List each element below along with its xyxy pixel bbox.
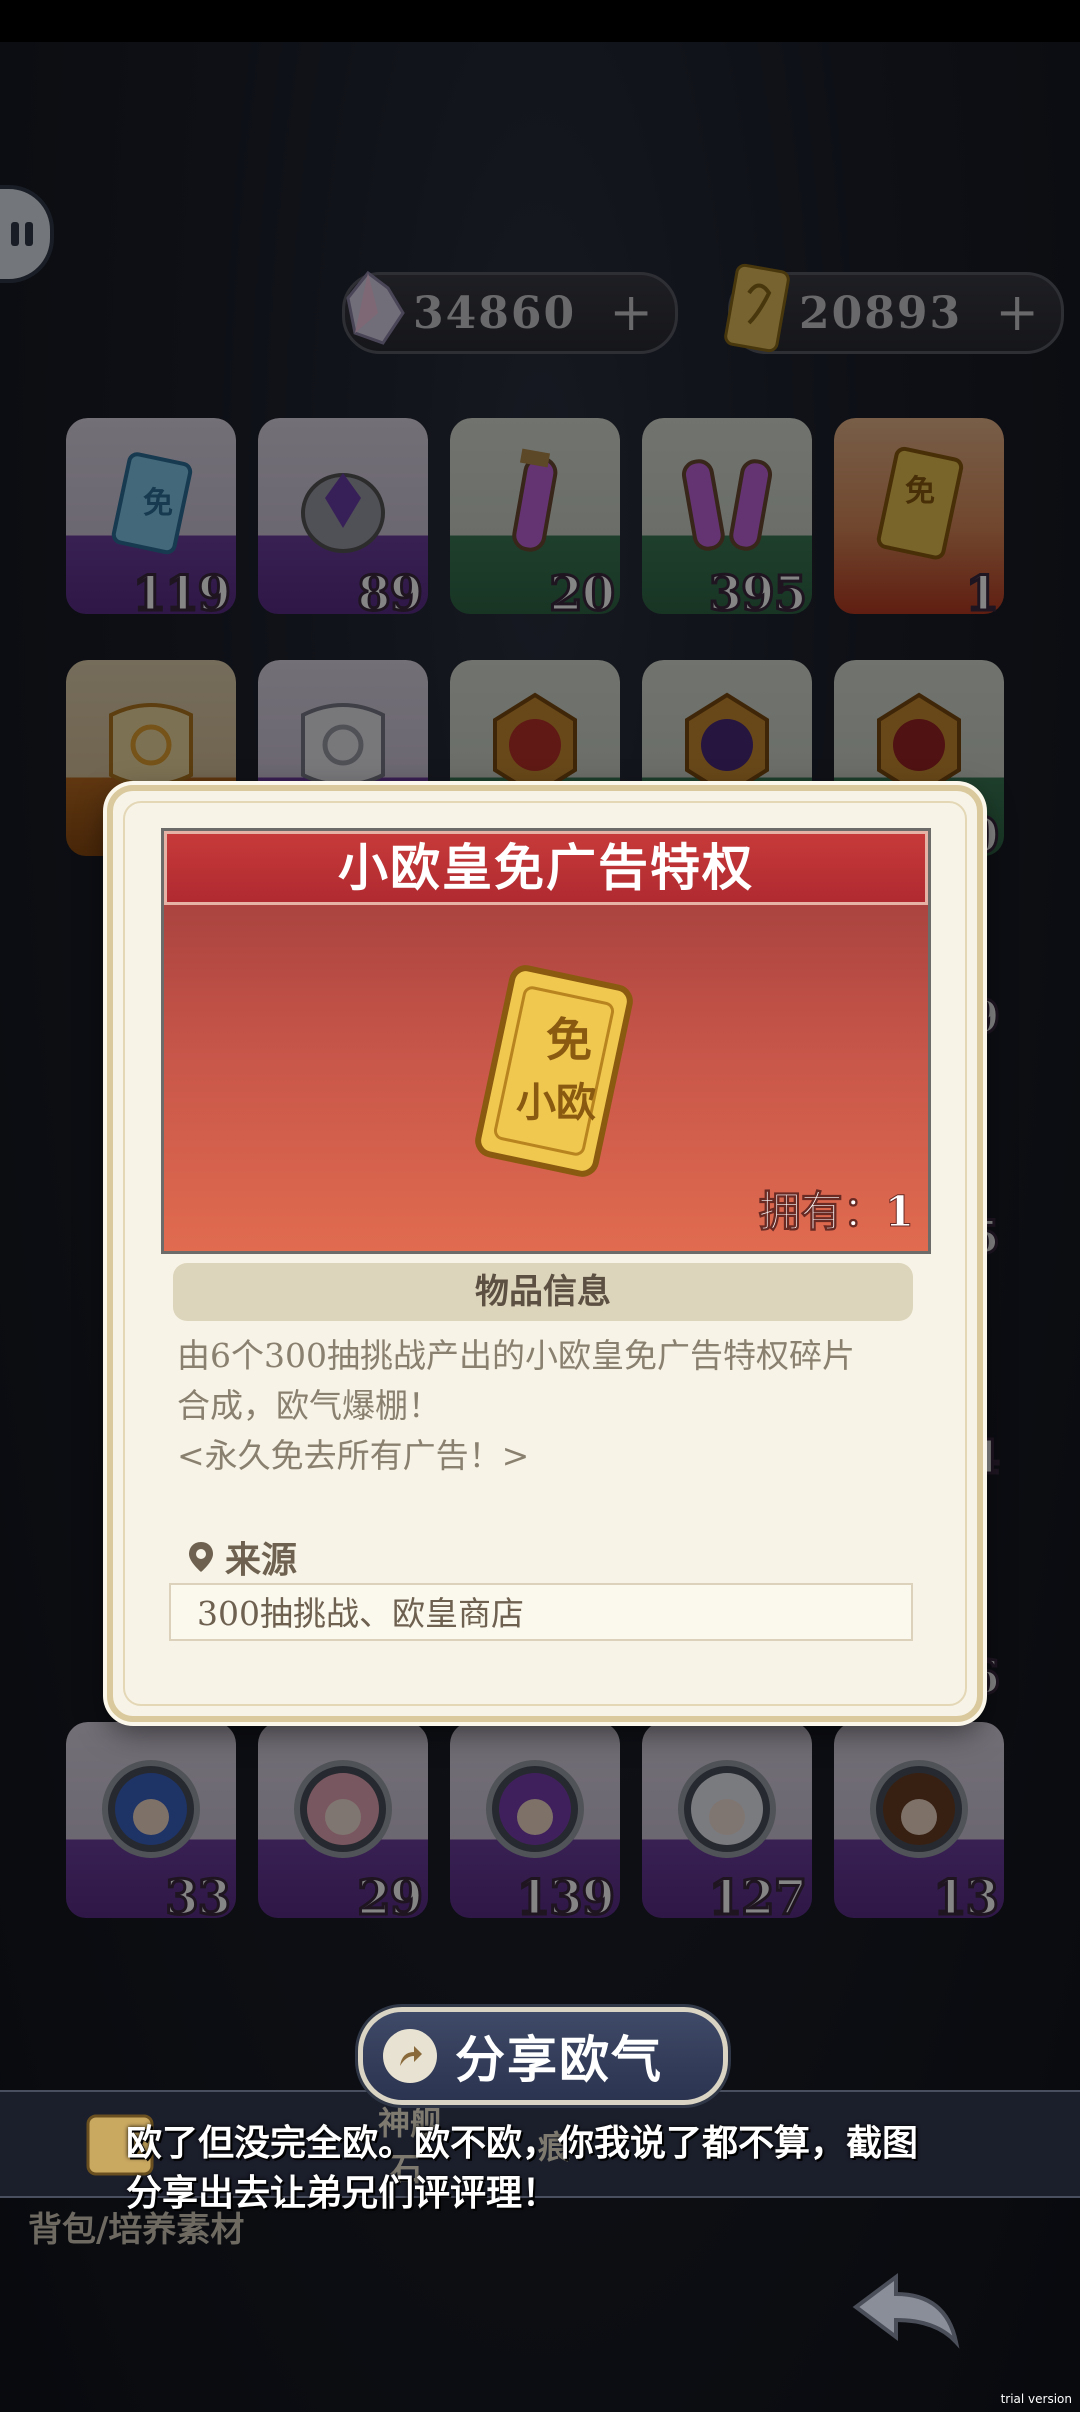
item-detail-modal: 小欧皇免广告特权 免 小欧 拥有：1 物品信息 由6个300抽挑战产出的小欧皇免… (107, 785, 983, 1722)
description-line: 合成，欧气爆棚！ (177, 1386, 441, 1425)
description-line: <永久免去所有广告！> (177, 1436, 530, 1475)
item-description: 由6个300抽挑战产出的小欧皇免广告特权碎片 合成，欧气爆棚！ <永久免去所有广… (177, 1331, 917, 1481)
location-pin-icon (189, 1542, 213, 1572)
share-arrow-icon (383, 2029, 437, 2083)
owned-count: 拥有：1 (758, 1187, 914, 1237)
watermark: trial version (1000, 2392, 1072, 2406)
item-info-header: 物品信息 (173, 1263, 913, 1321)
ticket-text-bottom: 小欧 (516, 1079, 596, 1126)
description-line: 由6个300抽挑战产出的小欧皇免广告特权碎片 (177, 1336, 855, 1375)
source-label: 来源 (225, 1539, 298, 1581)
share-label: 分享欧气 (455, 2030, 663, 2089)
share-message-line: 分享出去让弟兄们评评理！ (126, 2172, 559, 2214)
item-title: 小欧皇免广告特权 (164, 831, 928, 905)
breadcrumb: 背包/培养素材 (28, 2210, 245, 2250)
back-arrow-icon[interactable] (846, 2262, 966, 2362)
item-banner: 小欧皇免广告特权 免 小欧 拥有：1 (161, 828, 931, 1254)
share-luck-button[interactable]: 分享欧气 (358, 2007, 728, 2105)
source-heading: 来源 (187, 1531, 297, 1583)
source-value: 300抽挑战、欧皇商店 (169, 1583, 913, 1641)
gold-ticket-icon: 免 小欧 (475, 965, 633, 1177)
ticket-text-top: 免 (546, 1013, 592, 1067)
share-message: 欧了但没完全欧。欧不欧，你我说了都不算，截图 分享出去让弟兄们评评理！ (126, 2118, 966, 2218)
share-message-line: 欧了但没完全欧。欧不欧，你我说了都不算，截图 (126, 2122, 919, 2164)
status-bar (0, 0, 1080, 42)
